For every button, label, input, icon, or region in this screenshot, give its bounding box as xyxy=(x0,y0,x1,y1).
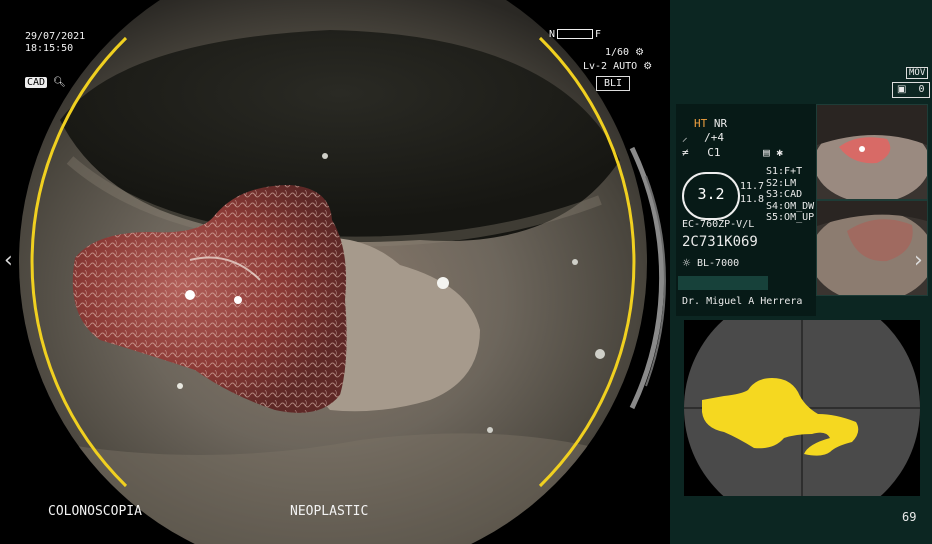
thumbnail-2[interactable] xyxy=(816,200,928,296)
camera-icon: ▣ xyxy=(897,84,907,95)
meter-value-b: 11.8 xyxy=(740,194,765,205)
doctor-name: Dr. Miguel A Herrera xyxy=(682,296,803,307)
gear-icon: ⚙ xyxy=(643,61,653,72)
shutter-text: 1/60 xyxy=(605,47,630,58)
level-readout: Lv-2 AUTO ⚙ xyxy=(583,60,652,73)
enhance-row: ⸝ /+4 xyxy=(682,131,724,145)
photo-count: 0 xyxy=(918,84,925,95)
switch-s5: S5:OM_UP xyxy=(766,212,815,223)
light-source: BL-7000 xyxy=(697,258,740,269)
photo-counter: ▣ 0 xyxy=(892,82,930,98)
asterisk-icon: ✱ xyxy=(776,146,783,159)
mov-badge[interactable]: MOV xyxy=(906,66,929,80)
scope-serial: 2C731K069 xyxy=(682,234,758,250)
mode-badge: BLI xyxy=(596,76,630,91)
cad-indicator[interactable]: CAD 🔍︎ xyxy=(25,76,66,89)
status-bar xyxy=(678,276,768,290)
thumbnail-1[interactable] xyxy=(816,104,928,200)
gear-icon: ⚙ xyxy=(635,47,645,58)
switch-s1: S1:F+T xyxy=(766,166,803,177)
classification-label: NEOPLASTIC xyxy=(290,504,369,519)
meter-value-a: 11.7 xyxy=(740,181,765,192)
level-text: Lv-2 xyxy=(583,61,608,72)
endoscope-view: 29/07/2021 18:15:50 CAD 🔍︎ NF 1/60 ⚙ Lv-… xyxy=(0,0,670,544)
meter-value: 3.2 xyxy=(697,185,725,203)
enhance-icon: ⸝ xyxy=(682,131,688,144)
scope-model: EC-760ZP-V/L xyxy=(682,219,755,230)
cad-label: CAD xyxy=(25,77,48,88)
switch-s3: S3:CAD xyxy=(766,189,803,200)
cad-mask-view xyxy=(684,320,920,496)
switch-s2: S2:LM xyxy=(766,177,797,189)
grid-icon: ▤ xyxy=(763,146,770,159)
chevron-right-icon[interactable]: › xyxy=(914,248,923,273)
color-mode-value: C1 xyxy=(707,146,721,159)
sun-icon: ☼ xyxy=(682,258,691,269)
procedure-label: COLONOSCOPIA xyxy=(48,504,142,519)
endoscope-image xyxy=(19,0,666,544)
zoom-n-label: N xyxy=(549,29,556,40)
zoom-bar xyxy=(557,29,594,39)
thumbnail-1-image xyxy=(817,105,927,199)
mov-label: MOV xyxy=(906,67,929,79)
shutter-readout: 1/60 ⚙ xyxy=(605,46,644,59)
color-row: ≠ C1 ▤ ✱ xyxy=(682,146,783,160)
cad-mask-image xyxy=(684,320,920,496)
info-panel: MOV ▣ 0 HT NR ⸝ /+4 ≠ C1 ▤ ✱ 3.2 11.7 11… xyxy=(670,0,932,544)
search-icon: 🔍︎ xyxy=(53,77,66,88)
frame-number: 69 xyxy=(902,510,917,524)
switch-s4: S4:OM_DW xyxy=(766,200,815,212)
zoom-indicator: NF xyxy=(549,28,601,41)
thumbnail-2-image xyxy=(817,201,927,295)
enhance-value: /+4 xyxy=(704,131,724,144)
light-source-row: ☼ BL-7000 xyxy=(682,257,739,271)
switch-list: S1:F+T S2:LM S3:CAD S4:OM_DW S5:OM_UP xyxy=(766,166,814,224)
mode-label: BLI xyxy=(596,76,630,91)
ht-label: HT xyxy=(694,117,708,130)
meter-gauge: 3.2 xyxy=(682,172,740,220)
zoom-f-label: F xyxy=(595,29,602,40)
mode-auto-text: AUTO xyxy=(613,61,638,72)
chevron-left-icon[interactable]: ‹ xyxy=(4,248,13,273)
ht-nr-row: HT NR xyxy=(694,117,727,131)
nr-label: NR xyxy=(713,117,728,130)
color-mode-icon: ≠ xyxy=(682,146,689,159)
time-text: 18:15:50 xyxy=(25,43,74,54)
